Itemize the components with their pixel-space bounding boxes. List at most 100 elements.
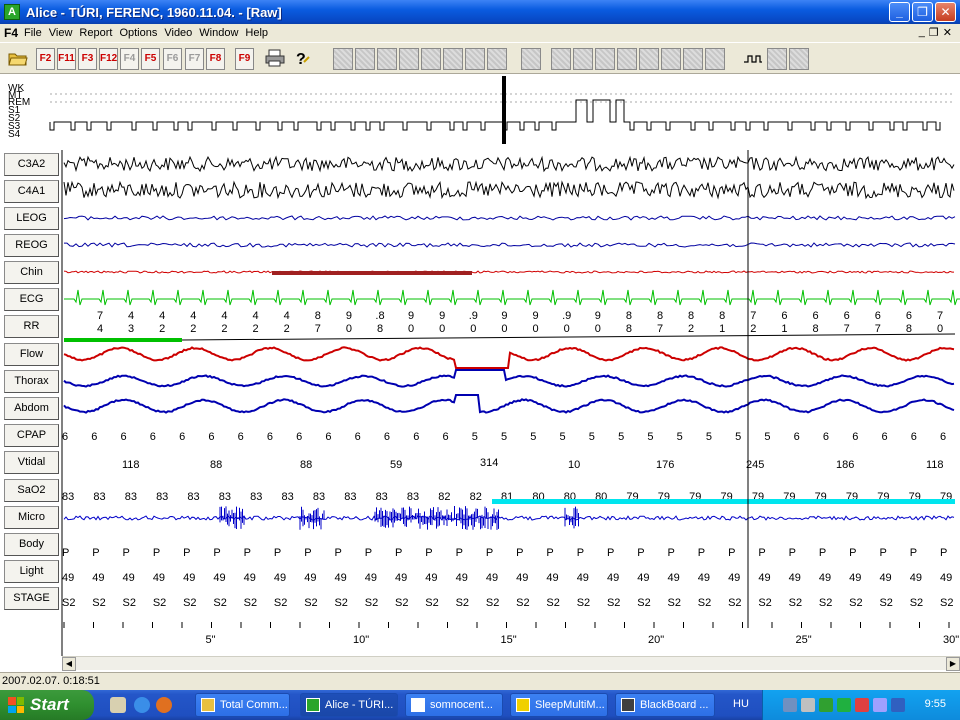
tray-alert-icon[interactable] bbox=[855, 698, 869, 712]
bluetooth-icon[interactable] bbox=[891, 698, 905, 712]
toolbar-disabled-button[interactable] bbox=[617, 48, 637, 70]
maximize-button[interactable]: ❐ bbox=[912, 2, 933, 22]
menu-view[interactable]: View bbox=[49, 27, 80, 39]
hypnogram[interactable]: WK MT REM S1 S2 S3 S4 bbox=[0, 76, 960, 148]
trace-chin bbox=[63, 270, 954, 275]
f8-button[interactable]: F8 bbox=[206, 48, 225, 70]
cpap-value: 6 bbox=[91, 431, 97, 443]
stage-value: S2 bbox=[213, 597, 226, 609]
toolbar-disabled-button[interactable] bbox=[573, 48, 593, 70]
cpap-value: 5 bbox=[706, 431, 712, 443]
f5-button[interactable]: F5 bbox=[141, 48, 160, 70]
open-folder-icon[interactable] bbox=[6, 48, 30, 70]
toolbar-disabled-button[interactable] bbox=[521, 48, 541, 70]
toolbar-disabled-button[interactable] bbox=[399, 48, 419, 70]
rr-label-bottom: 4 bbox=[97, 323, 103, 335]
toolbar-disabled-button[interactable] bbox=[377, 48, 397, 70]
light-value: 49 bbox=[62, 572, 74, 584]
toolbar-disabled-button[interactable] bbox=[465, 48, 485, 70]
media-player-icon[interactable] bbox=[156, 697, 172, 713]
taskbar-item-somnocenter[interactable]: somnocent... bbox=[405, 693, 503, 717]
toolbar-disabled-button[interactable] bbox=[767, 48, 787, 70]
taskbar-item-alice[interactable]: Alice - TÚRI... bbox=[300, 693, 398, 717]
cpap-value: 5 bbox=[735, 431, 741, 443]
body-position-value: P bbox=[395, 547, 402, 559]
f3-button[interactable]: F3 bbox=[78, 48, 97, 70]
scroll-left-arrow-icon[interactable]: ◀ bbox=[62, 657, 76, 671]
printer-icon[interactable] bbox=[264, 48, 286, 70]
rr-label-top: 9 bbox=[501, 310, 507, 322]
antivirus-icon[interactable] bbox=[819, 698, 833, 712]
tray-settings-icon[interactable] bbox=[873, 698, 887, 712]
menu-report[interactable]: Report bbox=[79, 27, 119, 39]
rr-label-top: 8 bbox=[688, 310, 694, 322]
title-bar[interactable]: A Alice - TÚRI, FERENC, 1960.11.04. - [R… bbox=[0, 0, 960, 24]
signal-plot-area[interactable]: 744342424242428790.889090.909090.9090888… bbox=[0, 148, 960, 656]
tray-app-icon[interactable] bbox=[801, 698, 815, 712]
check-icon[interactable] bbox=[837, 698, 851, 712]
rr-label-top: .8 bbox=[375, 310, 384, 322]
rr-label-bottom: 0 bbox=[532, 323, 538, 335]
time-label: 15" bbox=[501, 634, 517, 646]
f2-button[interactable]: F2 bbox=[36, 48, 55, 70]
help-icon[interactable]: ? bbox=[290, 48, 312, 70]
menu-options[interactable]: Options bbox=[119, 27, 164, 39]
toolbar-disabled-button[interactable] bbox=[421, 48, 441, 70]
cpap-value: 5 bbox=[647, 431, 653, 443]
f12-button[interactable]: F12 bbox=[99, 48, 118, 70]
mdi-close-button[interactable]: ✕ bbox=[943, 26, 952, 39]
time-label: 5" bbox=[206, 634, 216, 646]
horizontal-scrollbar[interactable]: ◀ ▶ bbox=[62, 656, 960, 671]
menu-file[interactable]: File bbox=[24, 27, 49, 39]
trace-abdom bbox=[63, 394, 955, 414]
toolbar-disabled-button[interactable] bbox=[487, 48, 507, 70]
taskbar-item-blackboard[interactable]: BlackBoard ... bbox=[615, 693, 715, 717]
taskbar-item-sleepmultimedia[interactable]: SleepMultiM... bbox=[510, 693, 608, 717]
rr-label-top: 9 bbox=[595, 310, 601, 322]
internet-explorer-icon[interactable] bbox=[134, 697, 150, 713]
toolbar-disabled-button[interactable] bbox=[705, 48, 725, 70]
start-button[interactable]: Start bbox=[0, 690, 94, 720]
menu-help[interactable]: Help bbox=[245, 27, 275, 39]
f4-button[interactable]: F4 bbox=[120, 48, 139, 70]
toolbar-disabled-button[interactable] bbox=[355, 48, 375, 70]
mdi-minimize-button[interactable]: _ bbox=[919, 26, 925, 39]
hypnogram-trace bbox=[49, 76, 955, 144]
vtidal-value: 118 bbox=[926, 459, 944, 471]
network-icon[interactable] bbox=[783, 698, 797, 712]
show-desktop-icon[interactable] bbox=[110, 697, 126, 713]
toolbar-disabled-button[interactable] bbox=[551, 48, 571, 70]
f7-button[interactable]: F7 bbox=[185, 48, 204, 70]
scroll-right-arrow-icon[interactable]: ▶ bbox=[946, 657, 960, 671]
mdi-restore-button[interactable]: ❐ bbox=[929, 26, 939, 39]
rr-label-bottom: 7 bbox=[657, 323, 663, 335]
toolbar-disabled-button[interactable] bbox=[661, 48, 681, 70]
alice-app-icon[interactable]: A bbox=[4, 4, 20, 20]
minimize-button[interactable]: _ bbox=[889, 2, 910, 22]
f9-button[interactable]: F9 bbox=[235, 48, 254, 70]
toolbar-disabled-button[interactable] bbox=[683, 48, 703, 70]
cpap-value: 5 bbox=[764, 431, 770, 443]
body-position-value: P bbox=[183, 547, 190, 559]
toolbar-disabled-button[interactable] bbox=[639, 48, 659, 70]
clock[interactable]: 9:55 bbox=[925, 698, 946, 710]
stage-value: S2 bbox=[244, 597, 257, 609]
stage-value: S2 bbox=[486, 597, 499, 609]
toolbar-disabled-button[interactable] bbox=[333, 48, 353, 70]
taskbar-item-total-commander[interactable]: Total Comm... bbox=[195, 693, 290, 717]
body-position-value: P bbox=[819, 547, 826, 559]
toolbar-disabled-button[interactable] bbox=[595, 48, 615, 70]
close-button[interactable]: ✕ bbox=[935, 2, 956, 22]
light-value: 49 bbox=[940, 572, 952, 584]
menu-video[interactable]: Video bbox=[164, 27, 199, 39]
step-signal-icon[interactable] bbox=[742, 48, 764, 70]
menu-window[interactable]: Window bbox=[199, 27, 245, 39]
f11-button[interactable]: F11 bbox=[57, 48, 76, 70]
f6-button[interactable]: F6 bbox=[163, 48, 182, 70]
body-position-value: P bbox=[607, 547, 614, 559]
language-indicator[interactable]: HU bbox=[733, 698, 749, 710]
sao2-value: 83 bbox=[125, 491, 137, 503]
toolbar-disabled-button[interactable] bbox=[789, 48, 809, 70]
rr-label-top: 4 bbox=[284, 310, 290, 322]
toolbar-disabled-button[interactable] bbox=[443, 48, 463, 70]
